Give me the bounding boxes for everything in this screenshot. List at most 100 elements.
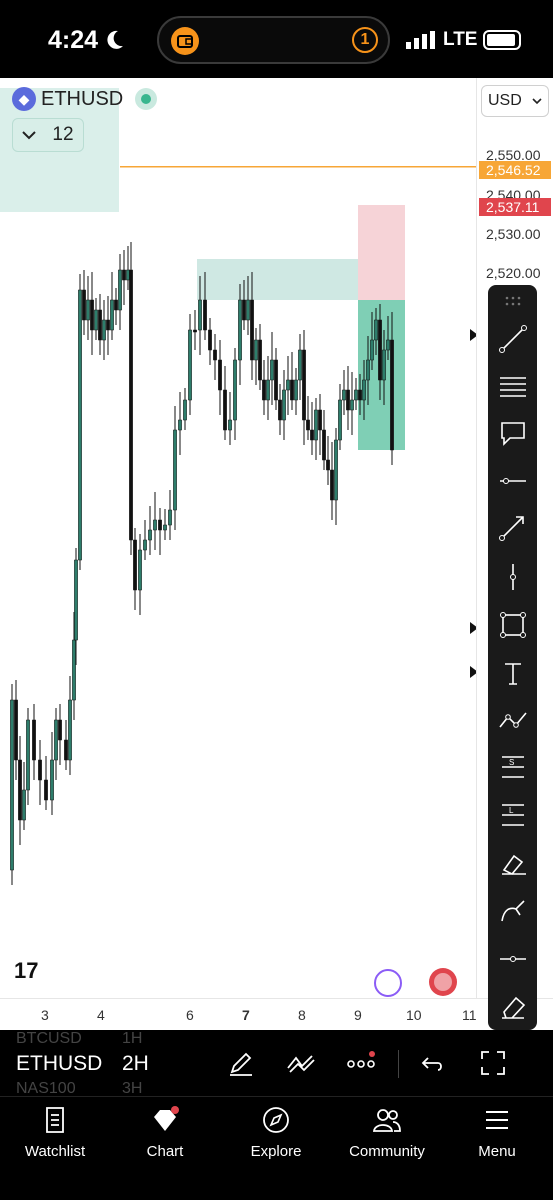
tool-callout[interactable] <box>488 413 537 453</box>
symbol-scroll-prev[interactable]: BTCUSD <box>16 1030 82 1048</box>
undo-icon[interactable] <box>418 1048 448 1078</box>
time-tick: 3 <box>41 1007 49 1023</box>
candle-body <box>126 269 130 281</box>
symbol-picker[interactable]: ETHUSD <box>16 1052 102 1076</box>
candle-body <box>98 309 102 341</box>
tab-community[interactable]: Community <box>332 1105 442 1165</box>
candlestick-chart: 17 <box>0 88 478 997</box>
time-tick: 7 <box>242 1007 250 1023</box>
interval-picker[interactable]: 2H <box>122 1052 149 1076</box>
ethereum-icon: ◆ <box>12 87 36 111</box>
chart-canvas[interactable]: 17 <box>0 78 478 998</box>
tool-arrow[interactable] <box>488 507 537 547</box>
candle-body <box>213 349 217 361</box>
dynamic-island[interactable]: 1 <box>157 16 390 64</box>
candle-body <box>374 319 378 341</box>
indicators-icon[interactable] <box>286 1048 316 1078</box>
candle-body <box>354 389 358 401</box>
candle-body <box>38 759 42 781</box>
candle-body <box>143 539 147 551</box>
interval-scroll-prev[interactable]: 1H <box>122 1030 142 1048</box>
tab-menu[interactable]: Menu <box>442 1105 552 1165</box>
tool-text[interactable] <box>488 653 537 693</box>
time-tick: 9 <box>354 1007 362 1023</box>
tool-rectangle[interactable] <box>488 605 537 645</box>
community-icon <box>372 1109 401 1132</box>
candle-body <box>298 349 302 381</box>
long-position-icon: L <box>501 804 524 826</box>
chevron-down-icon <box>22 131 37 140</box>
ai-assistant-icon <box>374 969 402 997</box>
candle-body <box>250 299 254 361</box>
tab-chart[interactable]: Chart <box>110 1105 220 1165</box>
tool-highlighter[interactable] <box>488 890 537 930</box>
candle-body <box>223 389 227 431</box>
candle-body <box>183 399 187 421</box>
candle-body <box>362 379 366 401</box>
price-tag-last: 2,537.11 <box>479 198 551 216</box>
candle-body <box>346 389 350 411</box>
currency-select[interactable]: USD <box>481 85 549 117</box>
tradingview-logo: 17 <box>14 958 38 983</box>
candle-body <box>22 789 26 821</box>
candle-body <box>326 459 330 471</box>
tool-trend-line[interactable] <box>488 319 537 359</box>
drawing-toolbar[interactable]: S L <box>488 285 537 1030</box>
candle-body <box>148 529 152 541</box>
watchlist-icon <box>46 1107 64 1133</box>
symbol-label: ETHUSD <box>41 87 124 110</box>
drag-handle-icon[interactable] <box>504 295 522 307</box>
candle-body <box>242 299 246 321</box>
candle-body <box>193 329 197 333</box>
candle-body <box>310 429 314 441</box>
candle-body <box>110 299 114 331</box>
tool-brush[interactable] <box>488 843 537 883</box>
candle-body <box>334 439 338 501</box>
toolbar-divider <box>398 1050 399 1078</box>
fullscreen-icon[interactable] <box>478 1048 508 1078</box>
candle-body <box>102 319 106 341</box>
symbol-header[interactable]: ◆ ETHUSD <box>12 86 158 112</box>
candle-body <box>266 379 270 401</box>
candle-body <box>58 719 62 741</box>
highlighter-icon <box>500 900 525 922</box>
tool-horizontal-ray[interactable] <box>488 461 537 501</box>
candle-body <box>158 519 162 531</box>
more-icon[interactable] <box>346 1048 376 1078</box>
tool-short-position[interactable]: S <box>488 747 537 787</box>
indicators-toggle[interactable]: 12 <box>12 118 84 152</box>
tool-fib-retracement[interactable] <box>488 366 537 406</box>
candle-body <box>74 559 78 641</box>
brush-icon <box>501 854 526 875</box>
tab-label: Explore <box>250 1143 302 1160</box>
candle-body <box>318 409 322 431</box>
notification-badge: 1 <box>352 27 378 53</box>
price-tag-horizontal-line: 2,546.52 <box>479 161 551 179</box>
candle-body <box>118 269 122 311</box>
tool-long-position[interactable]: L <box>488 795 537 835</box>
chevron-down-icon <box>532 98 542 105</box>
cross-line-icon <box>499 956 526 962</box>
tool-vertical-line[interactable] <box>488 557 537 597</box>
candle-body <box>153 519 157 531</box>
fib-retracement-icon <box>499 377 526 397</box>
menu-icon <box>486 1111 508 1129</box>
arrow-icon <box>498 516 524 541</box>
candle-body <box>122 269 126 281</box>
candle-body <box>50 759 54 801</box>
tab-explore[interactable]: Explore <box>221 1105 331 1165</box>
tab-watchlist[interactable]: Watchlist <box>0 1105 110 1165</box>
tab-label: Watchlist <box>24 1143 86 1160</box>
candle-body <box>203 299 207 331</box>
candle-body <box>378 319 382 381</box>
time-axis[interactable]: 3 4 6 7 8 9 10 11 <box>0 998 553 1030</box>
tab-label: Chart <box>146 1143 184 1160</box>
tool-eraser[interactable] <box>488 987 537 1027</box>
tool-path[interactable] <box>488 700 537 740</box>
tool-cross-line[interactable] <box>488 939 537 979</box>
candle-body <box>133 539 137 591</box>
pen-icon[interactable] <box>226 1048 256 1078</box>
candle-body <box>366 359 370 381</box>
candle-body <box>322 429 326 461</box>
stop-loss-zone <box>358 205 405 300</box>
